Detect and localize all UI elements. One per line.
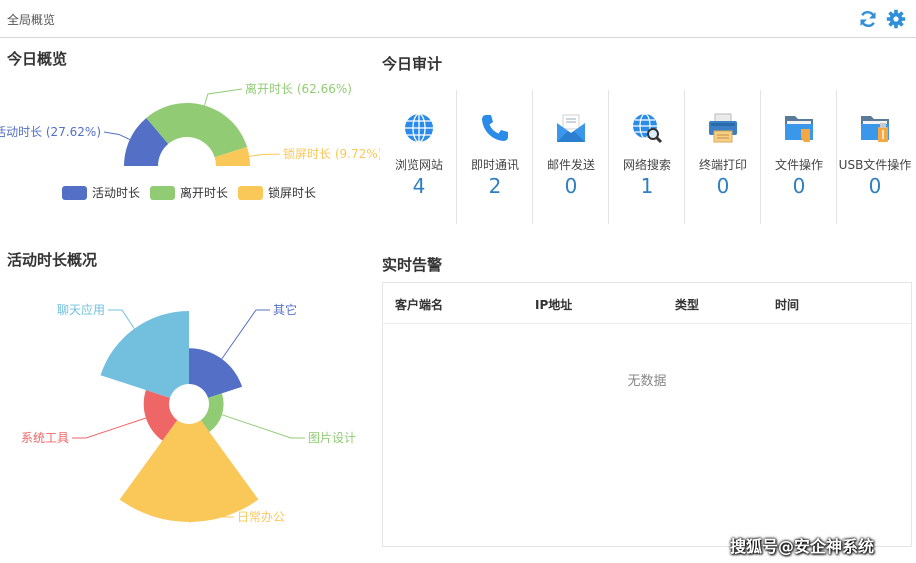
audit-item-count: 0 xyxy=(792,174,806,198)
table-header: 客户端名 IP地址 类型 时间 xyxy=(383,283,911,324)
legend-label: 锁屏时长 xyxy=(268,185,316,200)
activity-overview-title: 活动时长概况 xyxy=(7,251,98,269)
slice-label: 日常办公 xyxy=(237,509,285,524)
column-header[interactable]: 时间 xyxy=(775,296,799,313)
slice-leader-line xyxy=(103,131,131,140)
legend-label: 离开时长 xyxy=(180,185,228,200)
audit-item-label: 文件操作 xyxy=(774,158,823,172)
audit-item-count: 0 xyxy=(564,174,578,198)
legend-swatch xyxy=(150,186,175,200)
today-overview-chart: 活动时长 (27.62%) 离开时长 (62.66%) 锁屏时长 (9.72%) 活动… xyxy=(0,81,380,200)
legend-swatch xyxy=(62,186,87,200)
phone-icon xyxy=(482,115,508,141)
audit-item-label: 邮件发送 xyxy=(546,158,595,172)
page-title: 全局概览 xyxy=(7,13,56,27)
top-bar: 全局概览 xyxy=(0,0,916,38)
audit-item-mail[interactable]: 邮件发送 0 xyxy=(533,90,609,224)
slice-leader-line xyxy=(204,88,243,106)
usb-folder-icon xyxy=(861,116,889,142)
mail-icon xyxy=(557,114,585,142)
slice-leader-line xyxy=(72,417,147,439)
audit-item-usb[interactable]: USB文件操作 0 xyxy=(837,90,913,224)
alarms-title: 实时告警 xyxy=(382,256,443,274)
audit-item-file[interactable]: 文件操作 0 xyxy=(761,90,837,224)
gear-icon[interactable] xyxy=(886,9,906,29)
audit-item-label: 即时通讯 xyxy=(470,158,519,172)
audit-item-count: 1 xyxy=(640,174,654,198)
column-header[interactable]: 类型 xyxy=(675,296,699,313)
legend-swatch xyxy=(238,186,263,200)
slice-label: 聊天应用 xyxy=(57,302,105,317)
audit-item-count: 2 xyxy=(488,174,502,198)
slice-label: 离开时长 (62.66%) xyxy=(245,81,352,96)
slice-leader-line xyxy=(221,414,305,439)
printer-icon xyxy=(709,113,737,143)
audit-item-count: 4 xyxy=(412,174,426,198)
rose-slice xyxy=(119,420,259,522)
audit-item-label: 浏览网站 xyxy=(394,158,443,172)
today-overview-title: 今日概览 xyxy=(7,50,68,68)
audit-item-browse[interactable]: 浏览网站 4 xyxy=(381,90,457,224)
audit-item-print[interactable]: 终端打印 0 xyxy=(685,90,761,224)
slice-label: 图片设计 xyxy=(308,431,356,445)
globe-search-icon xyxy=(633,113,663,144)
audit-title: 今日审计 xyxy=(382,55,443,73)
audit-item-label: 终端打印 xyxy=(698,158,747,172)
slice-leader-line xyxy=(108,309,135,329)
slice-label: 锁屏时长 (9.72%) xyxy=(283,146,380,161)
audit-item-count: 0 xyxy=(716,174,730,198)
slice-label: 活动时长 (27.62%) xyxy=(0,125,101,139)
globe-icon xyxy=(405,113,433,143)
audit-item-label: 网络搜索 xyxy=(622,158,671,172)
folder-icon xyxy=(785,116,813,142)
alarm-table: 客户端名 IP地址 类型 时间 无数据 xyxy=(382,282,912,547)
empty-state: 无数据 xyxy=(627,374,667,389)
watermark: 搜狐号@安企神系统 xyxy=(730,537,875,556)
slice-leader-line xyxy=(221,309,270,360)
legend-label: 活动时长 xyxy=(92,186,140,200)
activity-overview-chart: 其它图片设计日常办公 系统工具 聊天应用 xyxy=(21,302,356,524)
audit-item-search[interactable]: 网络搜索 1 xyxy=(609,90,685,224)
column-header[interactable]: 客户端名 xyxy=(395,296,443,313)
refresh-icon[interactable] xyxy=(858,9,878,29)
audit-item-label: USB文件操作 xyxy=(838,158,912,172)
rose-slice xyxy=(100,310,189,398)
slice-label: 系统工具 xyxy=(21,431,69,445)
audit-item-im[interactable]: 即时通讯 2 xyxy=(457,90,533,224)
slice-label: 其它 xyxy=(273,302,297,317)
column-header[interactable]: IP地址 xyxy=(535,296,572,313)
audit-item-count: 0 xyxy=(868,174,882,198)
slice-leader-line xyxy=(249,153,281,157)
rose-slice xyxy=(189,348,243,398)
